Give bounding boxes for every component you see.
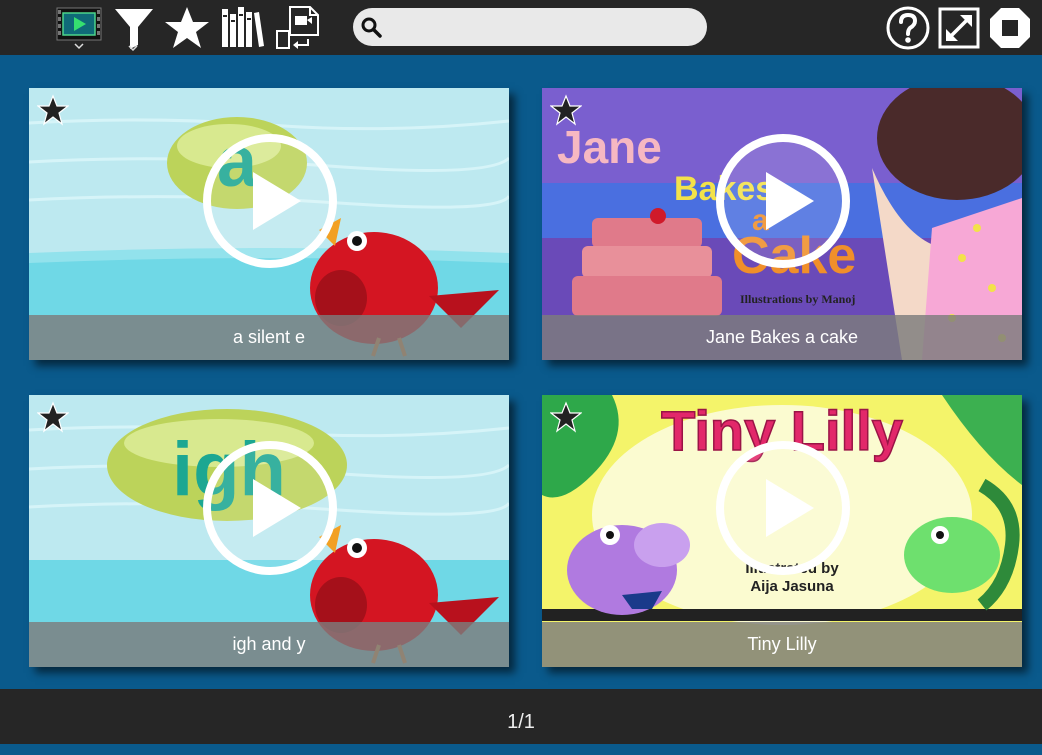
fullscreen-icon[interactable]: [938, 5, 980, 51]
toolbar: [0, 0, 1042, 55]
filter-icon[interactable]: [112, 5, 156, 51]
favorite-star-icon[interactable]: [550, 401, 582, 433]
bookshelf-icon[interactable]: [219, 5, 265, 51]
video-title: a silent e: [29, 315, 509, 360]
play-icon[interactable]: [714, 132, 852, 270]
search-bar: [353, 8, 707, 46]
favorite-star-icon[interactable]: [37, 94, 69, 126]
favorites-star-icon[interactable]: [164, 5, 210, 51]
video-card[interactable]: a a silent e: [29, 88, 509, 360]
play-icon[interactable]: [201, 132, 339, 270]
video-title: igh and y: [29, 622, 509, 667]
video-card[interactable]: igh igh and y: [29, 395, 509, 667]
favorite-star-icon[interactable]: [37, 401, 69, 433]
search-icon: [361, 17, 382, 38]
thumbnail-credit-name: Aija Jasuna: [750, 578, 834, 595]
import-export-icon[interactable]: [274, 5, 320, 51]
video-card[interactable]: Tiny Lilly Illustrated by Aija Jasuna Ti…: [542, 395, 1022, 667]
video-library-icon[interactable]: [56, 5, 102, 51]
page-indicator: 1/1: [507, 711, 535, 733]
video-title: Jane Bakes a cake: [542, 315, 1022, 360]
pagination-footer: 1/1: [0, 689, 1042, 744]
stop-icon[interactable]: [988, 5, 1032, 51]
play-icon[interactable]: [714, 439, 852, 577]
search-input[interactable]: [389, 12, 693, 44]
help-icon[interactable]: [885, 5, 931, 51]
favorite-star-icon[interactable]: [550, 94, 582, 126]
video-title: Tiny Lilly: [542, 622, 1022, 667]
video-card[interactable]: Jane Bakes a Cake Illustrations by Manoj…: [542, 88, 1022, 360]
thumbnail-credit: Illustrations by Manoj: [740, 292, 855, 306]
play-icon[interactable]: [201, 439, 339, 577]
video-grid: a a silent e: [0, 55, 1042, 689]
thumbnail-title-word: Jane: [557, 121, 662, 173]
